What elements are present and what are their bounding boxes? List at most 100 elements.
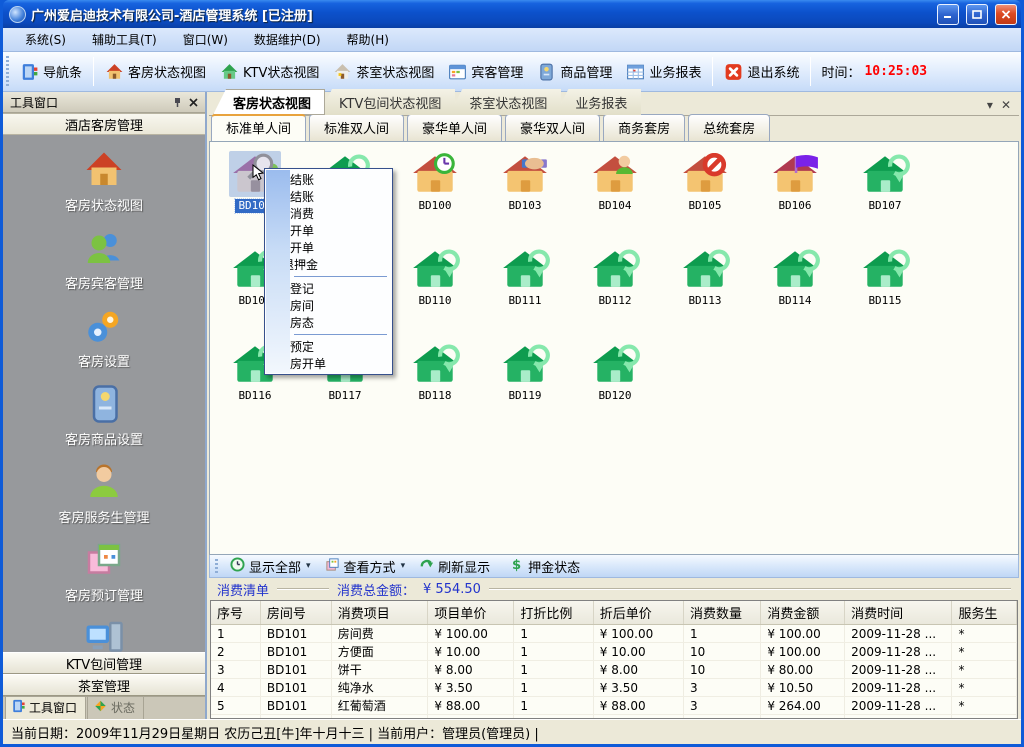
table-cell: * <box>952 625 1017 643</box>
menu-item[interactable]: 系统(S) <box>13 28 78 51</box>
document-tabs: 客房状态视图KTV包间状态视图茶室状态视图业务报表 ▾ ✕ <box>209 92 1019 116</box>
sidebar-item[interactable]: 客房预订管理 <box>3 535 205 613</box>
room-icon-person <box>589 151 641 197</box>
sidebar-item[interactable]: 客房服务生管理 <box>3 457 205 535</box>
room-item[interactable]: BD113 <box>660 241 750 336</box>
toolbar-grip[interactable] <box>6 56 9 87</box>
room-item[interactable]: BD118 <box>390 336 480 431</box>
toolbar: 导航条 客房状态视图 KTV状态视图 茶室状态视图 宾客管理 商品管理 业务报表… <box>3 52 1021 92</box>
toolbar-nav-button[interactable]: 导航条 <box>13 59 89 84</box>
room-type-tab[interactable]: 总统套房 <box>688 114 770 141</box>
menu-item[interactable]: 辅助工具(T) <box>80 28 169 51</box>
minimize-button[interactable] <box>937 4 959 25</box>
room-icon-vacant <box>589 246 641 292</box>
table-cell: 2009-11-28 ... <box>845 679 952 697</box>
action-button[interactable]: $ 押金状态 <box>503 556 591 577</box>
action-button[interactable]: 刷新显示 <box>413 556 501 577</box>
view-mode-icon <box>325 557 340 576</box>
room-type-tab[interactable]: 豪华单人间 <box>407 114 502 141</box>
toolbar-button[interactable]: 业务报表 <box>619 59 708 84</box>
tab-close-icon[interactable]: ✕ <box>1001 98 1011 112</box>
room-type-tab[interactable]: 标准单人间 <box>211 114 306 141</box>
toolbar-button[interactable]: KTV状态视图 <box>213 59 326 84</box>
room-item[interactable]: BD110 <box>390 241 480 336</box>
room-context-menu: 宾客结账部分结账增加消费散客开单团体开单续/退押金修改登记更改房间修改房态宾客预… <box>264 168 393 375</box>
table-column-header[interactable]: 序号 <box>211 601 260 625</box>
room-type-tab[interactable]: 商务套房 <box>603 114 685 141</box>
table-column-header[interactable]: 折后单价 <box>593 601 683 625</box>
sidebar-group-button[interactable]: 茶室管理 <box>3 674 205 696</box>
room-item[interactable]: BD119 <box>480 336 570 431</box>
tab-list-dropdown-icon[interactable]: ▾ <box>987 98 993 112</box>
sidebar-group-button[interactable]: KTV包间管理 <box>3 652 205 674</box>
room-item[interactable]: BD100 <box>390 146 480 241</box>
pin-icon[interactable] <box>169 95 185 110</box>
table-row[interactable]: 5BD101红葡萄酒¥ 88.001¥ 88.003¥ 264.002009-1… <box>211 697 1017 715</box>
room-item[interactable]: BD114 <box>750 241 840 336</box>
table-column-header[interactable]: 消费时间 <box>845 601 952 625</box>
statusbar-text: 当前日期：2009年11月29日星期日 农历己丑[牛]年十月十三 | 当前用户：… <box>11 723 539 742</box>
menu-item[interactable]: 数据维护(D) <box>242 28 333 51</box>
document-tab[interactable]: 茶室状态视图 <box>449 89 561 115</box>
sidebar-item[interactable]: 客房商品设置 <box>3 379 205 457</box>
toolbar-button[interactable]: 茶室状态视图 <box>326 59 441 84</box>
action-button[interactable]: 显示全部 ▾ <box>224 556 317 577</box>
sidebar-bottom-tab[interactable]: 工具窗口 <box>5 696 86 719</box>
action-button[interactable]: 查看方式 ▾ <box>319 556 412 577</box>
close-button[interactable] <box>995 4 1017 25</box>
table-column-header[interactable]: 消费金额 <box>761 601 845 625</box>
table-row[interactable]: 1BD101房间费¥ 100.001¥ 100.001¥ 100.002009-… <box>211 625 1017 643</box>
table-row[interactable]: 3BD101饼干¥ 8.001¥ 8.0010¥ 80.002009-11-28… <box>211 661 1017 679</box>
table-cell: 1 <box>514 697 593 715</box>
menu-item[interactable]: 窗口(W) <box>171 28 240 51</box>
table-row[interactable]: 4BD101纯净水¥ 3.501¥ 3.503¥ 10.502009-11-28… <box>211 679 1017 697</box>
exit-system-button[interactable]: 退出系统 <box>717 59 806 84</box>
table-body: 1BD101房间费¥ 100.001¥ 100.001¥ 100.002009-… <box>211 625 1017 720</box>
toolbar-button-label: 导航条 <box>43 62 82 81</box>
table-column-header[interactable]: 消费数量 <box>684 601 761 625</box>
table-cell: 1 <box>514 679 593 697</box>
sidebar-item[interactable]: 客房其他款项登记 <box>3 613 205 652</box>
menu-item[interactable]: 帮助(H) <box>335 28 401 51</box>
table-column-header[interactable]: 房间号 <box>260 601 331 625</box>
table-column-header[interactable]: 项目单价 <box>428 601 514 625</box>
room-item[interactable]: BD120 <box>570 336 660 431</box>
table-cell: ¥ 100.00 <box>761 643 845 661</box>
clock-icon <box>230 557 245 576</box>
sidebar-bottom-tab[interactable]: 状态 <box>87 696 144 719</box>
group-header-hotel-rooms[interactable]: 酒店客房管理 <box>3 113 205 135</box>
table-column-header[interactable]: 打折比例 <box>514 601 593 625</box>
room-item[interactable]: BD104 <box>570 146 660 241</box>
room-label: BD104 <box>595 199 634 213</box>
room-item[interactable]: BD105 <box>660 146 750 241</box>
sidebar-item[interactable]: 客房宾客管理 <box>3 223 205 301</box>
table-cell: 房间费 <box>331 625 428 643</box>
room-item[interactable]: BD107 <box>840 146 930 241</box>
room-item[interactable]: BD112 <box>570 241 660 336</box>
toolbar-separator <box>810 57 811 86</box>
toolbar-button[interactable]: 客房状态视图 <box>98 59 213 84</box>
sidebar-item[interactable]: 客房状态视图 <box>3 145 205 223</box>
table-column-header[interactable]: 服务生 <box>952 601 1017 625</box>
table-cell: * <box>952 661 1017 679</box>
room-item[interactable]: BD115 <box>840 241 930 336</box>
close-panel-icon[interactable] <box>185 95 201 110</box>
maximize-button[interactable] <box>966 4 988 25</box>
room-type-tab[interactable]: 豪华双人间 <box>505 114 600 141</box>
document-tab[interactable]: KTV包间状态视图 <box>319 89 455 115</box>
room-item[interactable]: BD111 <box>480 241 570 336</box>
document-tab[interactable]: 业务报表 <box>555 89 641 115</box>
table-cell: * <box>952 679 1017 697</box>
sidebar-item[interactable]: 客房设置 <box>3 301 205 379</box>
toolbar-button[interactable]: 商品管理 <box>530 59 619 84</box>
room-item[interactable]: BD106 <box>750 146 840 241</box>
table-column-header[interactable]: 消费项目 <box>331 601 428 625</box>
toolbar-button[interactable]: 宾客管理 <box>441 59 530 84</box>
room-label: BD106 <box>775 199 814 213</box>
table-cell: ¥ 88.00 <box>428 697 514 715</box>
document-tab[interactable]: 客房状态视图 <box>213 89 325 115</box>
room-item[interactable]: BD103 <box>480 146 570 241</box>
table-row[interactable]: 2BD101方便面¥ 10.001¥ 10.0010¥ 100.002009-1… <box>211 643 1017 661</box>
actions-toolbar-grip[interactable] <box>215 559 218 573</box>
room-type-tab[interactable]: 标准双人间 <box>309 114 404 141</box>
